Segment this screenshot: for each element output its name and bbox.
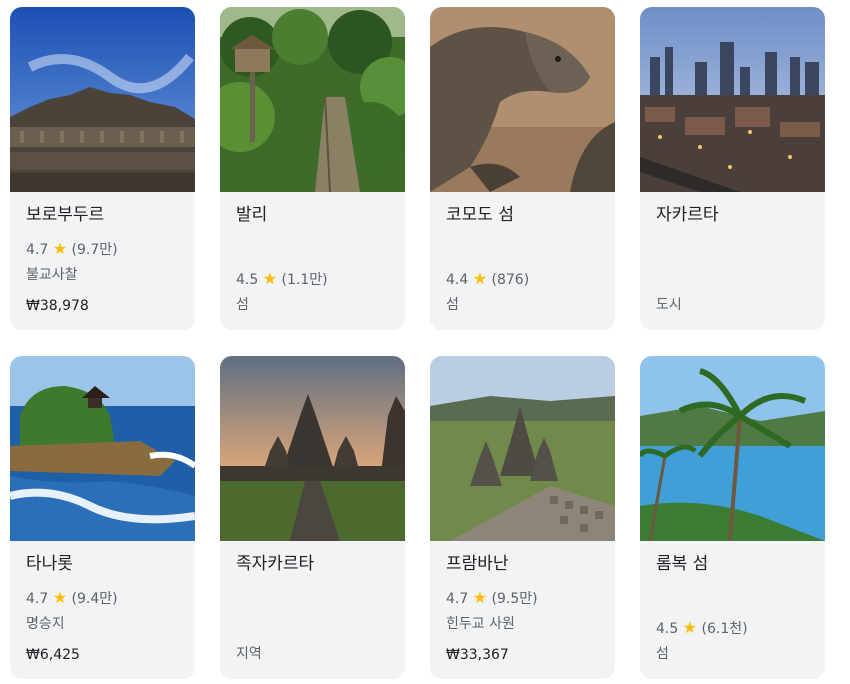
rating-value: 4.5 [656, 621, 679, 637]
star-icon: ★ [262, 269, 278, 288]
card-price: ₩6,425 [26, 647, 80, 663]
destination-card-komodo[interactable]: 코모도 섬 4.4 ★ (876) 섬 [430, 7, 615, 330]
star-icon: ★ [472, 269, 488, 288]
komodo-photo [430, 7, 615, 192]
card-price: ₩33,367 [446, 647, 509, 663]
card-category: 섬 [236, 297, 249, 313]
rating-value: 4.5 [236, 272, 259, 288]
destination-card-bali[interactable]: 발리 4.5 ★ (1.1만) 섬 [220, 7, 405, 330]
review-count: (1.1만) [281, 272, 328, 288]
rating-row: 4.7 ★ (9.4만) [26, 589, 118, 608]
star-icon: ★ [472, 588, 488, 607]
card-title: 자카르타 [656, 205, 719, 225]
card-price: ₩38,978 [26, 298, 89, 314]
destination-card-jakarta[interactable]: 자카르타 도시 [640, 7, 825, 330]
review-count: (9.7만) [71, 242, 118, 258]
rating-row: 4.5 ★ (6.1천) [656, 619, 748, 638]
review-count: (6.1천) [701, 621, 748, 637]
rating-row: 4.7 ★ (9.7만) [26, 240, 118, 259]
borobudur-photo [10, 7, 195, 192]
review-count: (9.4만) [71, 591, 118, 607]
rating-value: 4.7 [26, 591, 49, 607]
rating-row: 4.5 ★ (1.1만) [236, 270, 328, 289]
star-icon: ★ [52, 239, 68, 258]
rating-value: 4.7 [446, 591, 469, 607]
destination-grid: 보로부두르 4.7 ★ (9.7만) 불교사찰 ₩38,978 발리 4.5 ★… [0, 0, 850, 684]
card-title: 발리 [236, 205, 268, 225]
destination-card-prambanan[interactable]: 프람바난 4.7 ★ (9.5만) 힌두교 사원 ₩33,367 [430, 356, 615, 679]
card-category: 명승지 [26, 616, 65, 632]
card-category: 지역 [236, 646, 262, 662]
lombok-photo [640, 356, 825, 541]
card-title: 보로부두르 [26, 205, 105, 225]
card-category: 섬 [656, 646, 669, 662]
rating-value: 4.7 [26, 242, 49, 258]
card-title: 롬복 섬 [656, 554, 709, 574]
star-icon: ★ [52, 588, 68, 607]
bali-photo [220, 7, 405, 192]
jakarta-photo [640, 7, 825, 192]
rating-value: 4.4 [446, 272, 469, 288]
card-category: 힌두교 사원 [446, 616, 515, 632]
destination-card-borobudur[interactable]: 보로부두르 4.7 ★ (9.7만) 불교사찰 ₩38,978 [10, 7, 195, 330]
card-category: 도시 [656, 297, 682, 313]
yogyakarta-photo [220, 356, 405, 541]
card-title: 프람바난 [446, 554, 509, 574]
destination-card-lombok[interactable]: 롬복 섬 4.5 ★ (6.1천) 섬 [640, 356, 825, 679]
card-title: 코모도 섬 [446, 205, 514, 225]
card-title: 타나롯 [26, 554, 73, 574]
rating-row: 4.4 ★ (876) [446, 270, 529, 289]
prambanan-photo [430, 356, 615, 541]
card-category: 섬 [446, 297, 459, 313]
star-icon: ★ [682, 618, 698, 637]
review-count: (876) [491, 272, 530, 288]
destination-card-tanah-lot[interactable]: 타나롯 4.7 ★ (9.4만) 명승지 ₩6,425 [10, 356, 195, 679]
rating-row: 4.7 ★ (9.5만) [446, 589, 538, 608]
tanah-lot-photo [10, 356, 195, 541]
card-title: 족자카르타 [236, 554, 315, 574]
review-count: (9.5만) [491, 591, 538, 607]
destination-card-yogyakarta[interactable]: 족자카르타 지역 [220, 356, 405, 679]
card-category: 불교사찰 [26, 267, 78, 283]
